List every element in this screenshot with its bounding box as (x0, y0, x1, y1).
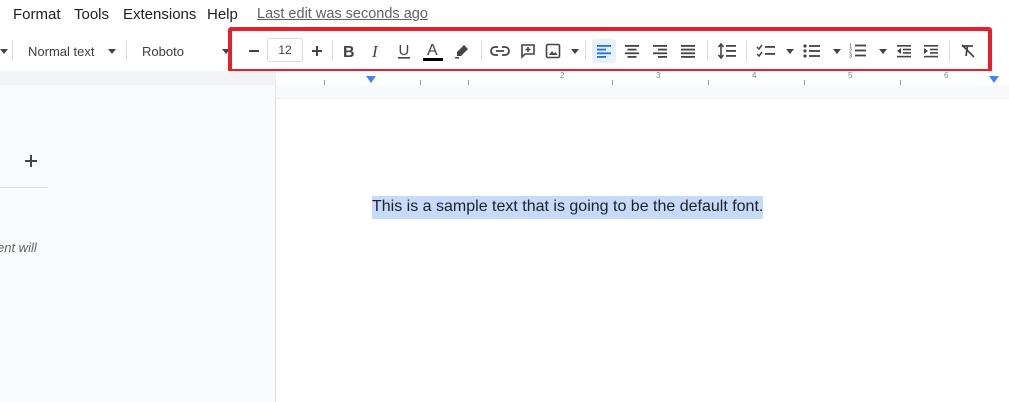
document-outline-panel: ent will (0, 85, 276, 402)
link-icon (490, 46, 510, 56)
outline-hint-text: ent will (0, 240, 37, 255)
last-edit-link[interactable]: Last edit was seconds ago (257, 6, 428, 22)
toolbar: Normal text Roboto 12 B I U A 1 2 3 (0, 31, 1009, 72)
align-center-icon (625, 45, 639, 58)
ruler-row: 2 3 4 5 6 (0, 71, 1009, 86)
toolbar-separator (332, 41, 333, 61)
style-dropdown-label: Normal text (28, 43, 95, 59)
align-right-icon (653, 45, 667, 58)
bulleted-list-button[interactable] (803, 39, 841, 63)
clear-formatting-icon (961, 44, 975, 58)
chevron-down-icon (786, 48, 794, 54)
menu-tools[interactable]: Tools (74, 6, 109, 23)
line-spacing-button[interactable] (715, 39, 739, 63)
decrease-font-size-button[interactable] (243, 39, 265, 63)
ruler-label: 3 (656, 71, 661, 80)
checklist-button[interactable] (756, 39, 794, 63)
font-size-input[interactable]: 12 (267, 38, 303, 62)
bulleted-list-icon (803, 44, 820, 58)
document-page[interactable]: This is a sample text that is going to b… (276, 99, 1009, 402)
toolbar-separator (949, 41, 950, 61)
numbered-list-button[interactable]: 123 (849, 39, 887, 63)
chevron-down-icon (571, 48, 579, 54)
document-canvas: This is a sample text that is going to b… (276, 85, 1009, 402)
chevron-down-icon (833, 48, 841, 54)
menu-help[interactable]: Help (207, 6, 238, 23)
toolbar-separator (746, 41, 747, 61)
add-summary-button[interactable] (24, 152, 38, 172)
chevron-down-icon (879, 48, 887, 54)
svg-text:3: 3 (849, 54, 852, 60)
toolbar-separator (585, 41, 586, 61)
minus-icon (249, 50, 259, 52)
highlight-color-button[interactable] (451, 39, 473, 63)
add-comment-button[interactable] (517, 39, 539, 63)
decrease-indent-icon (897, 45, 911, 58)
insert-image-button[interactable] (545, 39, 579, 63)
checklist-icon (756, 44, 775, 58)
image-icon (545, 43, 561, 59)
numbered-list-icon: 123 (849, 44, 866, 60)
svg-text:U: U (399, 42, 410, 59)
toolbar-separator (126, 41, 127, 61)
text-color-icon: A (423, 42, 443, 61)
decrease-indent-button[interactable] (893, 39, 915, 63)
svg-text:B: B (343, 44, 355, 59)
italic-icon: I (371, 43, 379, 59)
style-dropdown[interactable]: Normal text (22, 39, 120, 63)
text-color-button[interactable]: A (421, 39, 445, 63)
bold-icon: B (343, 44, 355, 59)
bold-button[interactable]: B (337, 39, 359, 63)
add-comment-icon (521, 44, 535, 59)
selected-document-text[interactable]: This is a sample text that is going to b… (372, 196, 764, 219)
ruler: 2 3 4 5 6 (276, 71, 1009, 86)
outline-divider (0, 187, 48, 188)
menu-extensions[interactable]: Extensions (123, 6, 196, 23)
menu-format[interactable]: Format (13, 6, 61, 23)
align-right-button[interactable] (649, 39, 671, 63)
increase-indent-icon (924, 45, 938, 58)
underline-icon: U (398, 42, 410, 59)
font-dropdown-label: Roboto (142, 43, 184, 59)
svg-text:A: A (427, 42, 438, 59)
plus-icon (25, 155, 37, 167)
increase-font-size-button[interactable] (306, 39, 328, 63)
ruler-label: 4 (752, 71, 757, 80)
svg-text:I: I (371, 43, 379, 59)
toolbar-separator (707, 41, 708, 61)
justify-icon (681, 45, 695, 58)
ruler-label: 5 (848, 71, 853, 80)
insert-link-button[interactable] (489, 39, 511, 63)
justify-button[interactable] (677, 39, 699, 63)
font-dropdown[interactable]: Roboto (136, 39, 230, 63)
increase-indent-button[interactable] (920, 39, 942, 63)
ruler-label: 2 (560, 71, 565, 80)
menu-bar: Format Tools Extensions Help Last edit w… (0, 0, 1009, 30)
toolbar-separator (12, 41, 13, 61)
align-left-icon (597, 45, 611, 58)
underline-button[interactable]: U (393, 39, 415, 63)
left-indent-marker[interactable] (366, 76, 376, 83)
zoom-dropdown-caret[interactable] (0, 39, 8, 63)
ruler-label: 6 (944, 71, 949, 80)
highlighter-icon (455, 45, 468, 59)
right-indent-marker[interactable] (989, 76, 999, 83)
plus-icon (312, 46, 322, 56)
align-center-button[interactable] (621, 39, 643, 63)
clear-formatting-button[interactable] (957, 39, 979, 63)
line-spacing-icon (717, 43, 736, 59)
italic-button[interactable]: I (365, 39, 387, 63)
toolbar-separator (481, 41, 482, 61)
align-left-button[interactable] (592, 39, 616, 63)
